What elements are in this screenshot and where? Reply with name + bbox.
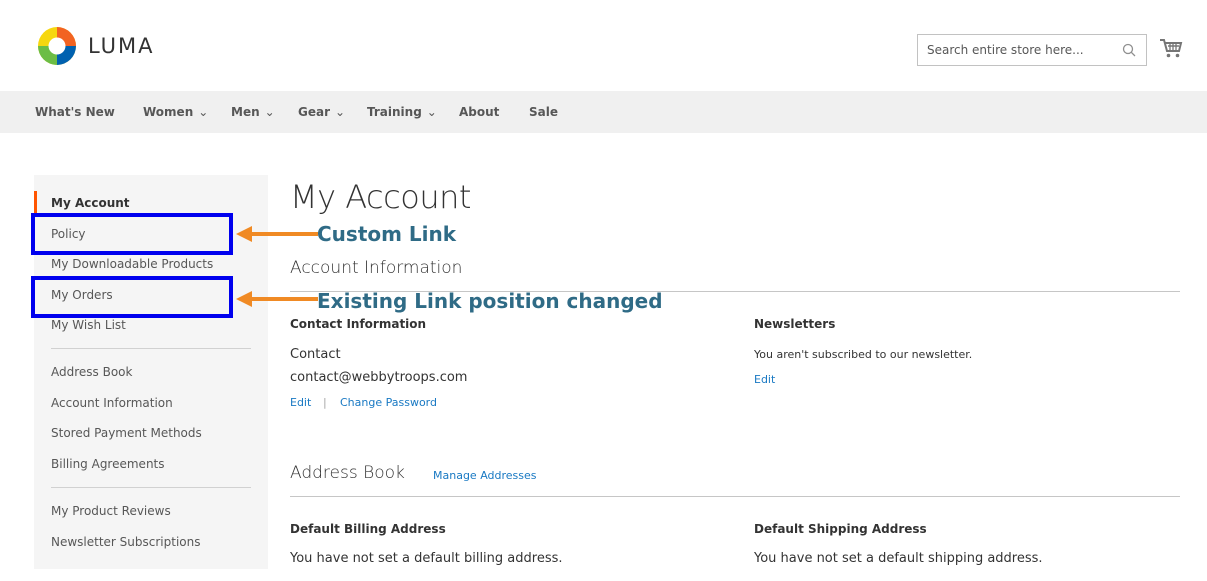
nav-label: Sale bbox=[529, 105, 558, 119]
sidebar-divider bbox=[51, 348, 251, 349]
annotation-arrow-icon bbox=[236, 226, 318, 242]
link-separator: | bbox=[323, 396, 327, 409]
nav-label: About bbox=[459, 105, 500, 119]
change-password-link[interactable]: Change Password bbox=[340, 396, 437, 409]
cart-icon[interactable] bbox=[1159, 37, 1183, 59]
nav-women[interactable]: Women ⌄ bbox=[143, 91, 208, 133]
annotation-label-existing-link: Existing Link position changed bbox=[317, 289, 663, 313]
nav-label: Women bbox=[143, 105, 194, 119]
default-shipping-text: You have not set a default shipping addr… bbox=[754, 551, 1043, 566]
edit-newsletter-link[interactable]: Edit bbox=[754, 373, 775, 386]
store-logo[interactable]: LUMA bbox=[36, 25, 155, 67]
sidebar-item-newsletter-subscriptions[interactable]: Newsletter Subscriptions bbox=[51, 533, 201, 551]
default-billing-title: Default Billing Address bbox=[290, 522, 446, 536]
contact-email: contact@webbytroops.com bbox=[290, 370, 468, 385]
sidebar-item-downloadable-products[interactable]: My Downloadable Products bbox=[51, 255, 213, 273]
nav-men[interactable]: Men ⌄ bbox=[231, 91, 275, 133]
address-book-title: Address Book bbox=[290, 463, 405, 483]
sidebar-item-wish-list[interactable]: My Wish List bbox=[51, 316, 126, 334]
annotation-label-custom-link: Custom Link bbox=[317, 222, 457, 246]
chevron-down-icon: ⌄ bbox=[426, 105, 437, 119]
sidebar-item-account-information[interactable]: Account Information bbox=[51, 394, 173, 412]
section-divider bbox=[290, 291, 1180, 292]
chevron-down-icon: ⌄ bbox=[335, 105, 346, 119]
sidebar-item-my-account: My Account bbox=[51, 196, 130, 210]
logo-text: LUMA bbox=[88, 34, 155, 58]
luma-logo-icon bbox=[38, 27, 76, 65]
nav-sale[interactable]: Sale bbox=[529, 91, 558, 133]
contact-information-title: Contact Information bbox=[290, 317, 427, 331]
nav-gear[interactable]: Gear ⌄ bbox=[298, 91, 345, 133]
nav-label: Training bbox=[367, 105, 422, 119]
edit-contact-link[interactable]: Edit bbox=[290, 396, 311, 409]
sidebar-item-address-book[interactable]: Address Book bbox=[51, 363, 132, 381]
contact-name: Contact bbox=[290, 347, 341, 362]
sidebar-item-stored-payment-methods[interactable]: Stored Payment Methods bbox=[51, 424, 202, 442]
main-navigation: What's New Women ⌄ Men ⌄ Gear ⌄ Training ⌄ A… bbox=[0, 91, 1207, 133]
sidebar-item-product-reviews[interactable]: My Product Reviews bbox=[51, 502, 171, 520]
nav-label: Men bbox=[231, 105, 260, 119]
chevron-down-icon: ⌄ bbox=[264, 105, 275, 119]
newsletters-title: Newsletters bbox=[754, 317, 836, 331]
section-divider bbox=[290, 496, 1180, 497]
manage-addresses-link[interactable]: Manage Addresses bbox=[433, 469, 537, 482]
sidebar-divider bbox=[51, 487, 251, 488]
search-input[interactable] bbox=[918, 35, 1108, 65]
page-title: My Account bbox=[290, 178, 471, 216]
annotation-box-existing-link bbox=[31, 276, 233, 318]
current-item-indicator bbox=[34, 191, 37, 213]
sidebar-item-billing-agreements[interactable]: Billing Agreements bbox=[51, 455, 165, 473]
nav-label: Gear bbox=[298, 105, 331, 119]
annotation-box-custom-link bbox=[31, 213, 233, 255]
nav-about[interactable]: About bbox=[459, 91, 499, 133]
nav-whats-new[interactable]: What's New bbox=[35, 91, 115, 133]
default-billing-text: You have not set a default billing addre… bbox=[290, 551, 563, 566]
chevron-down-icon: ⌄ bbox=[198, 105, 209, 119]
annotation-arrow-icon bbox=[236, 291, 318, 307]
nav-training[interactable]: Training ⌄ bbox=[367, 91, 437, 133]
search-icon[interactable] bbox=[1122, 43, 1136, 57]
account-information-title: Account Information bbox=[290, 258, 463, 278]
newsletter-status: You aren't subscribed to our newsletter. bbox=[754, 348, 973, 361]
default-shipping-title: Default Shipping Address bbox=[754, 522, 927, 536]
search-box bbox=[917, 34, 1147, 66]
nav-label: What's New bbox=[35, 105, 115, 119]
